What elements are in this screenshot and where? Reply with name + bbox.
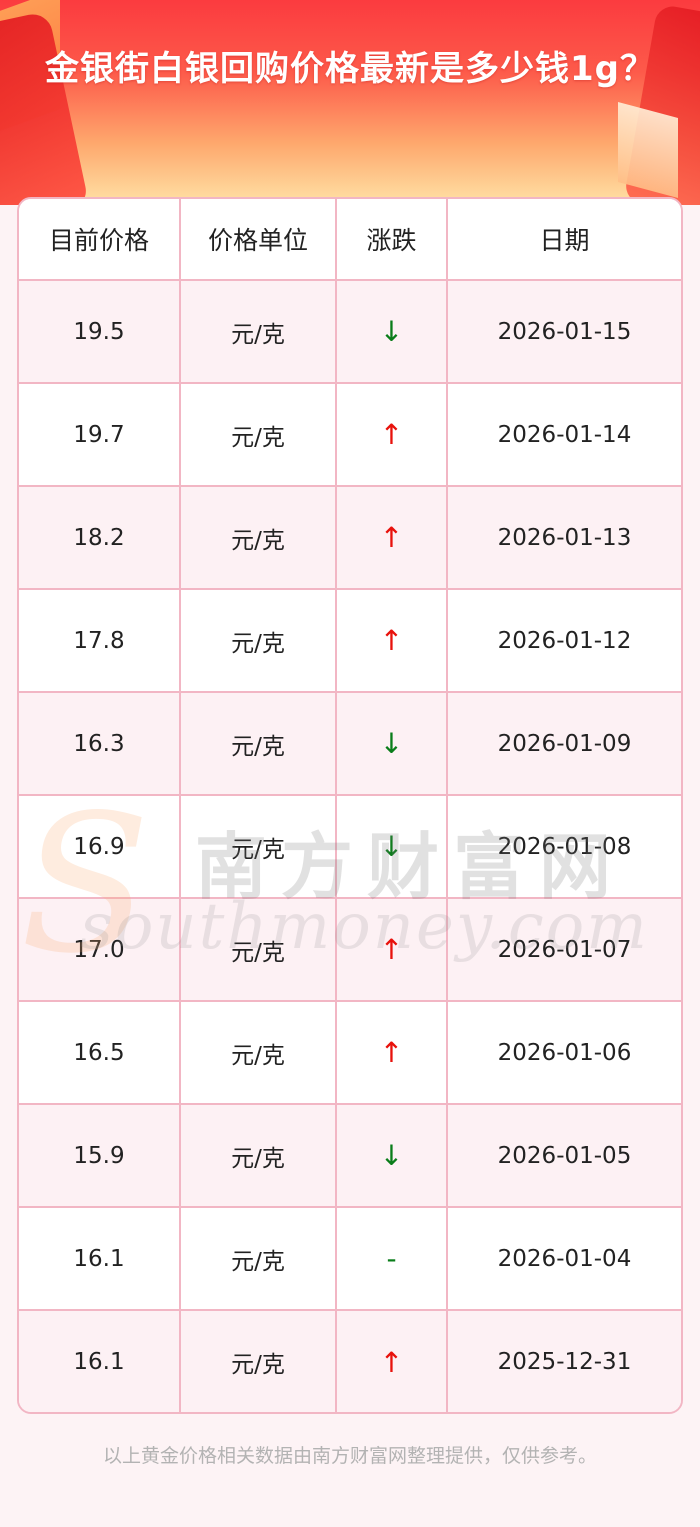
- cell-unit: 元/克: [179, 1206, 337, 1311]
- cell-date: 2026-01-09: [446, 691, 681, 796]
- cell-trend-up-icon: ↑: [335, 1000, 448, 1105]
- cell-date: 2026-01-08: [446, 794, 681, 899]
- table-row: 17.8 元/克 ↑ 2026-01-12: [19, 588, 681, 693]
- page-title: 金银街白银回购价格最新是多少钱1g？: [45, 49, 655, 89]
- cell-price: 16.3: [19, 691, 181, 796]
- column-header-date: 日期: [446, 199, 681, 281]
- cell-trend-up-icon: ↑: [335, 1309, 448, 1412]
- column-header-change: 涨跌: [335, 199, 448, 281]
- cell-price: 17.8: [19, 588, 181, 693]
- cell-trend-up-icon: ↑: [335, 382, 448, 487]
- footer-note: 以上黄金价格相关数据由南方财富网整理提供，仅供参考。: [102, 1445, 597, 1467]
- cell-trend-flat-icon: -: [335, 1206, 448, 1311]
- table-row: 16.9 元/克 ↓ 2026-01-08: [19, 794, 681, 899]
- cell-unit: 元/克: [179, 279, 337, 384]
- cell-price: 16.9: [19, 794, 181, 899]
- cell-unit: 元/克: [179, 485, 337, 590]
- table-row: 17.0 元/克 ↑ 2026-01-07: [19, 897, 681, 1002]
- cell-date: 2026-01-13: [446, 485, 681, 590]
- column-header-price: 目前价格: [19, 199, 181, 281]
- cell-trend-down-icon: ↓: [335, 279, 448, 384]
- table-row: 18.2 元/克 ↑ 2026-01-13: [19, 485, 681, 590]
- price-table-card: 目前价格 价格单位 涨跌 日期 19.5 元/克 ↓ 2026-01-15 19.7 元/…: [17, 197, 683, 1414]
- price-table: 目前价格 价格单位 涨跌 日期 19.5 元/克 ↓ 2026-01-15 19.7 元/…: [19, 199, 681, 1412]
- cell-price: 18.2: [19, 485, 181, 590]
- cell-price: 16.5: [19, 1000, 181, 1105]
- cell-price: 19.7: [19, 382, 181, 487]
- table-row: 16.5 元/克 ↑ 2026-01-06: [19, 1000, 681, 1105]
- cell-price: 16.1: [19, 1206, 181, 1311]
- cell-trend-up-icon: ↑: [335, 897, 448, 1002]
- cell-price: 15.9: [19, 1103, 181, 1208]
- cell-trend-down-icon: ↓: [335, 1103, 448, 1208]
- cell-date: 2026-01-05: [446, 1103, 681, 1208]
- cell-date: 2026-01-06: [446, 1000, 681, 1105]
- cell-unit: 元/克: [179, 1103, 337, 1208]
- cell-trend-down-icon: ↓: [335, 794, 448, 899]
- cell-price: 19.5: [19, 279, 181, 384]
- cell-unit: 元/克: [179, 1000, 337, 1105]
- cell-trend-down-icon: ↓: [335, 691, 448, 796]
- table-row: 15.9 元/克 ↓ 2026-01-05: [19, 1103, 681, 1208]
- decorative-cube: [618, 101, 678, 199]
- cell-date: 2025-12-31: [446, 1309, 681, 1412]
- cell-unit: 元/克: [179, 794, 337, 899]
- cell-price: 17.0: [19, 897, 181, 1002]
- table-row: 16.1 元/克 ↑ 2025-12-31: [19, 1309, 681, 1412]
- cell-unit: 元/克: [179, 897, 337, 1002]
- cell-date: 2026-01-14: [446, 382, 681, 487]
- cell-unit: 元/克: [179, 1309, 337, 1412]
- table-row: 19.5 元/克 ↓ 2026-01-15: [19, 279, 681, 384]
- header-banner: 金银街白银回购价格最新是多少钱1g？: [0, 0, 700, 205]
- column-header-unit: 价格单位: [179, 199, 337, 281]
- cell-date: 2026-01-04: [446, 1206, 681, 1311]
- cell-unit: 元/克: [179, 588, 337, 693]
- table-row: 16.1 元/克 -2026-01-04: [19, 1206, 681, 1311]
- cell-price: 16.1: [19, 1309, 181, 1412]
- cell-date: 2026-01-12: [446, 588, 681, 693]
- table-row: 16.3 元/克 ↓ 2026-01-09: [19, 691, 681, 796]
- cell-date: 2026-01-07: [446, 897, 681, 1002]
- cell-date: 2026-01-15: [446, 279, 681, 384]
- decorative-ribbon-left: [0, 10, 90, 205]
- cell-trend-up-icon: ↑: [335, 588, 448, 693]
- table-header-row: 目前价格 价格单位 涨跌 日期: [19, 199, 681, 281]
- table-row: 19.7 元/克 ↑ 2026-01-14: [19, 382, 681, 487]
- cell-unit: 元/克: [179, 382, 337, 487]
- cell-trend-up-icon: ↑: [335, 485, 448, 590]
- cell-unit: 元/克: [179, 691, 337, 796]
